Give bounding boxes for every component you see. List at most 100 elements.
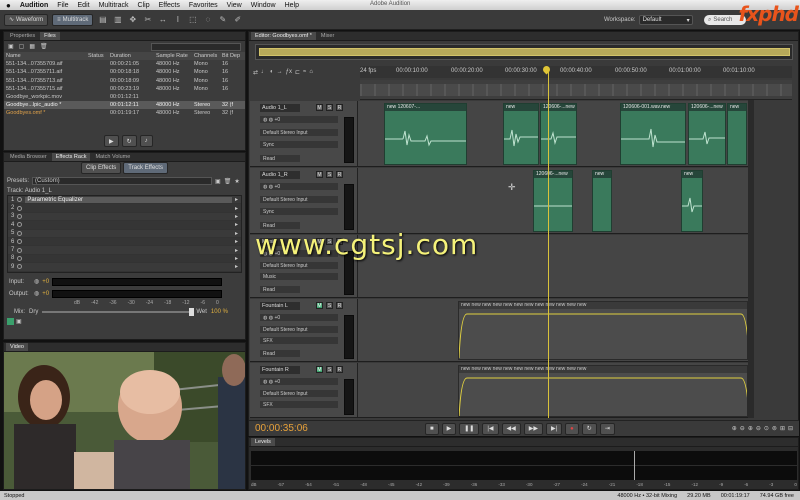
go-to-end-button[interactable]: ▶| [545, 422, 563, 435]
chevron-right-icon[interactable]: ▸ [235, 255, 238, 262]
track-lane[interactable]: new new new new new new new new new new … [358, 299, 748, 361]
power-icon[interactable] [17, 239, 23, 245]
chevron-right-icon[interactable]: ▸ [235, 213, 238, 220]
delete-file-icon[interactable]: 🗑 [40, 43, 48, 50]
menu-edit[interactable]: Edit [78, 2, 90, 9]
record-arm-button[interactable]: R [336, 171, 343, 178]
play-preview-button[interactable]: ▶ [104, 135, 119, 147]
waveform-view-button[interactable]: ∿ Waveform [4, 13, 49, 26]
tab-media-browser[interactable]: Media Browser [6, 153, 51, 161]
zoom-selection-icon[interactable]: ⊚ [772, 425, 777, 432]
file-row[interactable]: 551-134...07355709.aif 00:00:21:05 48000 H… [4, 60, 245, 68]
razor-tool-icon[interactable]: ✂ [142, 14, 153, 25]
automation-mode-dropdown[interactable]: Read [260, 350, 300, 357]
fountain-clip[interactable]: new new new new new new new new new new … [458, 365, 748, 417]
mute-button[interactable]: M [316, 104, 323, 111]
menu-multitrack[interactable]: Multitrack [99, 2, 129, 9]
effect-slot[interactable]: 4 ▸ [8, 221, 241, 230]
power-icon[interactable] [17, 213, 23, 219]
col-bit-depth[interactable]: Bit Dep [220, 52, 245, 61]
col-duration[interactable]: Duration [108, 52, 154, 61]
track-input-dropdown[interactable]: Default Stereo Input [260, 196, 338, 203]
spectral-display-icon[interactable]: ▤ [97, 14, 108, 25]
file-row[interactable]: 551-134...07355715.aif 00:00:23:19 48000 H… [4, 85, 245, 93]
favorite-star-icon[interactable]: ★ [234, 178, 239, 185]
menu-file[interactable]: File [57, 2, 68, 9]
track-lane[interactable]: new 120607-... new 120606-...new 120606-… [358, 101, 748, 166]
mute-button[interactable]: M [316, 366, 323, 373]
clip-effects-tab[interactable]: Clip Effects [81, 161, 122, 174]
input-knob-icon[interactable]: ◍ [34, 278, 39, 285]
power-icon[interactable] [17, 205, 23, 211]
solo-button[interactable]: S [326, 302, 333, 309]
menu-window[interactable]: Window [251, 2, 276, 9]
zoom-out-amplitude-icon[interactable]: ⊖ [740, 425, 745, 432]
fast-forward-button[interactable]: ▶▶ [523, 422, 543, 435]
file-row[interactable]: Goodbye_workpic.mov 00:01:12:11 [4, 93, 245, 101]
power-icon[interactable] [17, 222, 23, 228]
eq-icon[interactable]: ≈ [303, 69, 306, 75]
workspace-dropdown[interactable]: Default ▾ [638, 15, 693, 25]
chevron-right-icon[interactable]: ▸ [235, 205, 238, 212]
power-icon[interactable] [17, 255, 23, 261]
track-bus-dropdown[interactable]: SFX [260, 401, 338, 408]
file-row[interactable]: 551-134...07355711.aif 00:00:18:18 48000 H… [4, 68, 245, 76]
presets-dropdown[interactable]: (Custom) [32, 177, 213, 185]
pitch-display-icon[interactable]: ▥ [112, 14, 123, 25]
input-gain[interactable]: +0 [42, 279, 49, 285]
track-volume-row[interactable]: ◍ ◍ +0 [260, 183, 338, 190]
track-name[interactable]: Fountain L [260, 302, 300, 310]
track-effects-tab[interactable]: Track Effects [123, 161, 168, 174]
power-icon[interactable] [17, 230, 23, 236]
skip-button[interactable]: ⇥ [599, 422, 615, 435]
go-to-start-button[interactable]: |◀ [482, 422, 499, 435]
spot-healing-icon[interactable]: ✐ [232, 14, 243, 25]
mode-icon[interactable]: ⇄ [253, 69, 258, 76]
brush-tool-icon[interactable]: ✎ [217, 14, 228, 25]
audio-clip[interactable]: new [727, 103, 747, 165]
playhead-line[interactable] [548, 72, 549, 418]
effect-slot[interactable]: 6 ▸ [8, 237, 241, 247]
tab-properties[interactable]: Properties [6, 32, 39, 40]
stop-button[interactable]: ■ [425, 422, 439, 435]
mix-slider-handle[interactable] [189, 307, 195, 316]
timecode-display[interactable]: 00:00:35:06 [255, 423, 395, 434]
tab-files[interactable]: Files [40, 32, 60, 40]
loop-preview-button[interactable]: ↻ [121, 135, 137, 147]
zoom-in-amplitude-icon[interactable]: ⊕ [732, 425, 737, 432]
power-icon[interactable] [17, 264, 23, 270]
effect-slot[interactable]: 1 Parametric Equalizer ▸ [8, 196, 241, 205]
fountain-clip[interactable]: new new new new new new new new new new … [458, 301, 748, 360]
track-bus-dropdown[interactable]: Sync [260, 141, 338, 148]
effect-slot[interactable]: 3 ▸ [8, 212, 241, 222]
zoom-in-time-icon[interactable]: ⊕ [748, 425, 753, 432]
mix-slider[interactable] [42, 307, 195, 316]
play-button[interactable]: ▶ [441, 422, 457, 435]
audio-clip[interactable]: new [681, 170, 703, 232]
track-bus-dropdown[interactable]: Sync [260, 208, 338, 215]
menu-view[interactable]: View [227, 2, 242, 9]
file-row[interactable]: Goodbye...lpic_audio * 00:01:12:11 48000 H… [4, 101, 245, 110]
rack-power-icon[interactable] [7, 317, 14, 325]
chevron-right-icon[interactable]: ▸ [235, 263, 238, 270]
file-row[interactable]: 551-134...07355713.aif 00:00:18:09 48000 H… [4, 77, 245, 85]
overview-zoom-range[interactable] [259, 48, 790, 56]
zoom-full-icon[interactable]: ⊙ [764, 425, 769, 432]
pause-button[interactable]: ❚❚ [459, 422, 480, 435]
track-input-dropdown[interactable]: Default Stereo Input [260, 390, 338, 397]
col-name[interactable]: Name [4, 52, 86, 61]
vertical-scrollbar[interactable] [748, 100, 754, 418]
effect-slot[interactable]: 9 ▸ [8, 263, 241, 272]
multitrack-view-button[interactable]: ≡ Multitrack [52, 13, 94, 26]
track-lane[interactable]: 120606-...new new new ✛ [358, 168, 748, 233]
chevron-right-icon[interactable]: ▸ [235, 221, 238, 228]
tab-match-volume[interactable]: Match Volume [91, 153, 134, 161]
tab-video[interactable]: Video [6, 343, 28, 351]
send-icon[interactable]: ⊏ [295, 69, 300, 76]
slip-tool-icon[interactable]: ↔ [157, 14, 168, 25]
chevron-right-icon[interactable]: ▸ [235, 230, 238, 237]
menu-help[interactable]: Help [285, 2, 299, 9]
power-icon[interactable] [17, 197, 23, 203]
file-row[interactable]: Goodbyes.omf * 00:01:19:17 48000 Hz Stereo 3… [4, 109, 245, 117]
automation-mode-dropdown[interactable]: Read [260, 286, 300, 293]
